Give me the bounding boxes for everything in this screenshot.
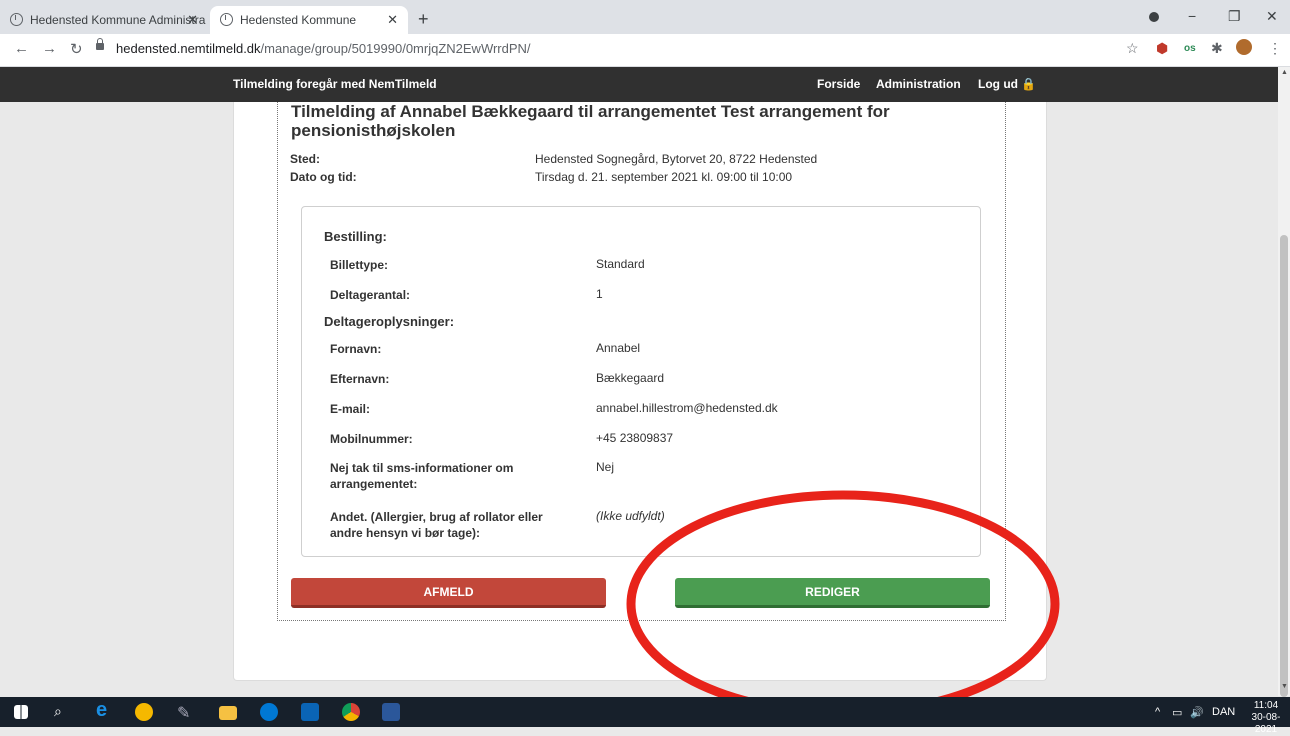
lock-icon — [96, 38, 104, 50]
page-title: Tilmelding af Annabel Bækkegaard til arr… — [291, 102, 890, 140]
mobile-value: +45 23809837 — [596, 431, 674, 445]
site-brand[interactable]: Tilmelding foregår med NemTilmeld — [233, 77, 437, 91]
reload-icon[interactable]: ↻ — [70, 40, 83, 58]
puzzle-extensions-icon[interactable]: ✱ — [1211, 40, 1223, 57]
sms-optout-label: Nej tak til sms-informationer om arrange… — [330, 461, 514, 491]
outlook-icon[interactable] — [301, 703, 319, 721]
edit-registration-button[interactable]: REDIGER — [675, 578, 990, 608]
close-tab-icon[interactable]: ✕ — [187, 12, 198, 28]
browser-tab-admin[interactable]: Hedensted Kommune Administra ✕ — [0, 6, 208, 34]
content-panel: Tilmelding af Annabel Bækkegaard til arr… — [233, 102, 1047, 681]
menu-kebab-icon[interactable]: ⋮ — [1268, 40, 1282, 57]
tab-title: Hedensted Kommune Administra — [30, 13, 206, 27]
place-value: Hedensted Sognegård, Bytorvet 20, 8722 H… — [535, 152, 818, 166]
tab-title: Hedensted Kommune — [240, 13, 357, 27]
forward-arrow-icon[interactable]: → — [42, 40, 57, 57]
cancel-registration-button[interactable]: AFMELD — [291, 578, 606, 608]
other-label: Andet. (Allergier, brug af rollator elle… — [330, 510, 543, 540]
clock-icon — [220, 13, 233, 26]
lock-icon: 🔒 — [1021, 77, 1037, 91]
windows-taskbar: ⌕ e ✎ ^ ▭ 🔊 DAN 11:04 30-08-2021 — [0, 697, 1290, 735]
tray-chevron-icon[interactable]: ^ — [1155, 706, 1160, 718]
minimize-button[interactable]: − — [1188, 8, 1196, 24]
clock-time: 11:04 — [1253, 700, 1279, 711]
place-label: Sted: — [290, 152, 320, 166]
lastname-label: Efternavn: — [330, 372, 390, 386]
app-icon[interactable] — [135, 703, 153, 721]
close-tab-icon[interactable]: ✕ — [387, 12, 398, 28]
nav-logout-link[interactable]: Log ud 🔒 — [978, 77, 1036, 91]
extension-icon[interactable]: os — [1184, 43, 1196, 54]
paint-icon[interactable]: ✎ — [177, 703, 195, 722]
page-scrollbar[interactable]: ▲ ▼ — [1278, 67, 1290, 697]
nav-admin-link[interactable]: Administration — [876, 77, 961, 91]
date-label: Dato og tid: — [290, 170, 357, 184]
language-indicator[interactable]: DAN — [1212, 706, 1235, 718]
mobile-label: Mobilnummer: — [330, 432, 413, 446]
profile-record-icon[interactable] — [1149, 12, 1159, 22]
avatar[interactable] — [1236, 39, 1252, 55]
chrome-icon[interactable] — [342, 703, 360, 721]
back-arrow-icon[interactable]: ← — [14, 40, 29, 57]
participant-heading: Deltageroplysninger: — [324, 314, 455, 329]
page-content: Tilmelding af Annabel Bækkegaard til arr… — [0, 102, 1278, 696]
clock-date: 30-08-2021 — [1251, 712, 1281, 735]
logout-label: Log ud — [978, 77, 1018, 91]
browser-toolbar: ← → ↻ hedensted.nemtilmeld.dk/manage/gro… — [0, 34, 1290, 67]
system-clock[interactable]: 11:04 30-08-2021 — [1242, 700, 1290, 736]
email-label: E-mail: — [330, 402, 371, 416]
close-window-button[interactable]: ✕ — [1266, 8, 1278, 25]
search-icon[interactable]: ⌕ — [54, 703, 62, 720]
date-value: Tirsdag d. 21. september 2021 kl. 09:00 … — [535, 170, 793, 184]
firstname-label: Fornavn: — [330, 342, 382, 356]
lastname-value: Bækkegaard — [596, 371, 665, 385]
new-tab-button[interactable]: + — [418, 9, 429, 30]
scroll-down-icon[interactable]: ▼ — [1281, 683, 1288, 690]
sms-optout-value: Nej — [596, 460, 615, 474]
skype-icon[interactable] — [260, 703, 278, 721]
ticket-type-value: Standard — [596, 257, 645, 271]
url-domain: hedensted.nemtilmeld.dk — [116, 41, 261, 56]
other-value: (Ikke udfyldt) — [596, 509, 665, 523]
file-explorer-icon[interactable] — [219, 706, 237, 720]
bookmark-star-icon[interactable]: ☆ — [1126, 40, 1139, 57]
scroll-thumb[interactable] — [1280, 235, 1288, 697]
site-header: Tilmelding foregår med NemTilmeld Forsid… — [0, 67, 1278, 102]
scroll-up-icon[interactable]: ▲ — [1281, 69, 1288, 76]
windows-start-icon[interactable] — [14, 705, 28, 719]
nav-home-link[interactable]: Forside — [817, 77, 860, 91]
url-text: hedensted.nemtilmeld.dk/manage/group/501… — [116, 41, 531, 56]
word-icon[interactable] — [382, 703, 400, 721]
participant-count-value: 1 — [596, 287, 603, 301]
email-value: annabel.hillestrom@hedensted.dk — [596, 401, 778, 415]
clock-icon — [10, 13, 23, 26]
restore-button[interactable]: ❐ — [1228, 8, 1241, 25]
network-icon[interactable]: ▭ — [1172, 706, 1182, 719]
ticket-type-label: Billettype: — [330, 258, 389, 272]
volume-icon[interactable]: 🔊 — [1190, 706, 1204, 719]
order-heading: Bestilling: — [324, 229, 387, 244]
url-path: /manage/group/5019990/0mrjqZN2EwWrrdPN/ — [260, 41, 531, 56]
internet-explorer-icon[interactable]: e — [96, 699, 114, 721]
browser-tab-hedensted[interactable]: Hedensted Kommune ✕ — [210, 6, 408, 34]
address-bar[interactable]: hedensted.nemtilmeld.dk/manage/group/501… — [96, 37, 1112, 62]
firstname-value: Annabel — [596, 341, 641, 355]
details-card: Bestilling: Billettype: Standard Deltage… — [301, 206, 981, 557]
participant-count-label: Deltagerantal: — [330, 288, 411, 302]
ublock-icon[interactable]: ⬢ — [1156, 40, 1168, 57]
browser-tabstrip: Hedensted Kommune Administra ✕ Hedensted… — [0, 0, 1290, 34]
